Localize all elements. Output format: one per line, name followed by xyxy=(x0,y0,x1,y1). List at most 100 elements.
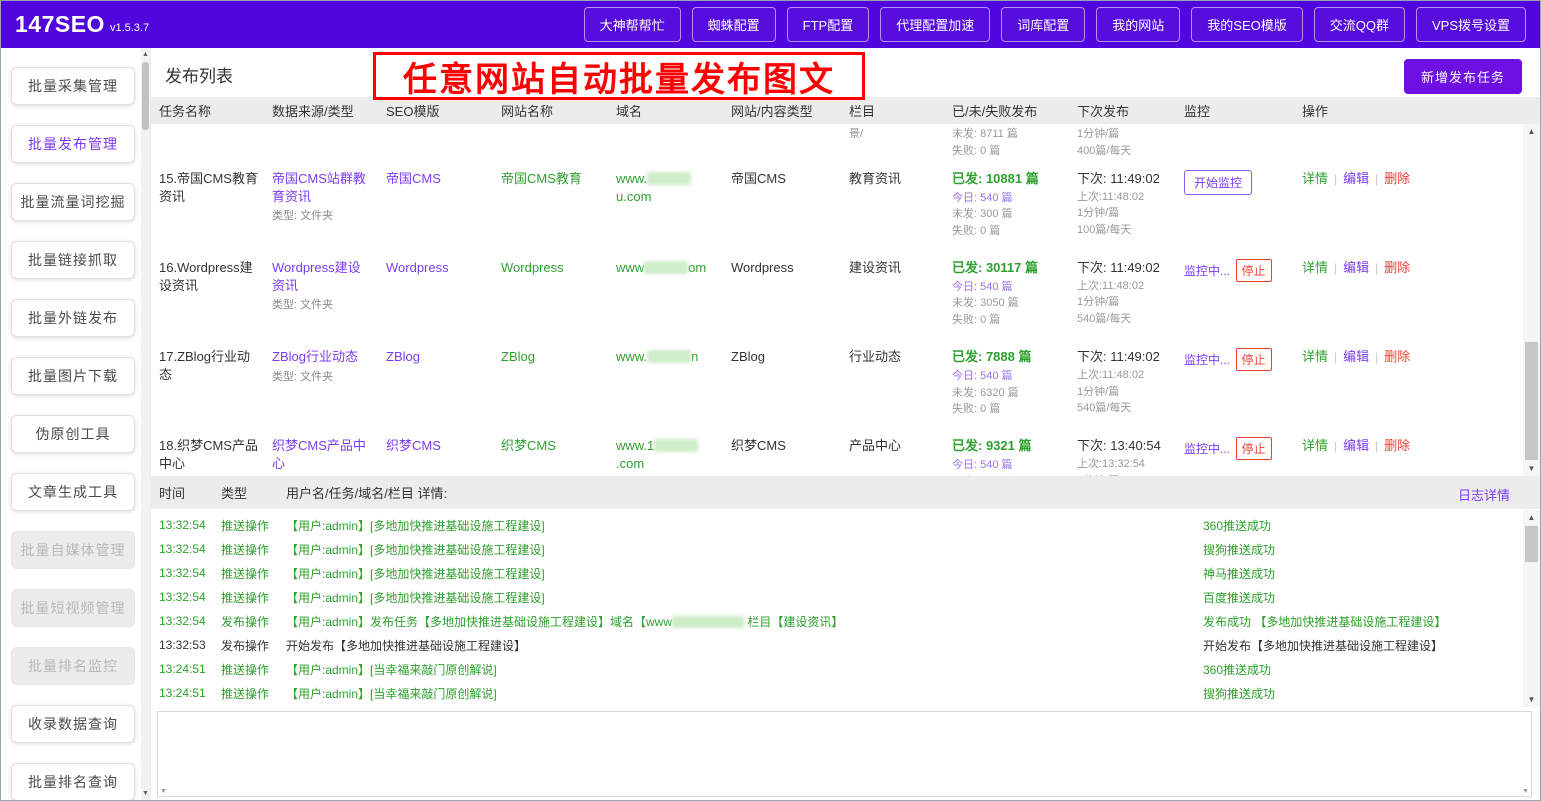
task-source-link[interactable]: Wordpress建设资讯 xyxy=(272,259,372,294)
unpublished-count: 未发: 6320 篇 xyxy=(952,386,1063,401)
log-time: 13:32:54 xyxy=(151,542,213,556)
sidebar-item[interactable]: 批量采集管理 xyxy=(11,67,135,105)
task-template-cell: ZBlog xyxy=(378,348,493,417)
task-monitor-cell: 开始监控 监控中... 停止 xyxy=(1176,348,1294,417)
log-result: 百度推送成功 xyxy=(1195,589,1524,606)
col-domain: 域名 xyxy=(608,101,723,120)
separator: | xyxy=(1375,172,1378,186)
task-column: 建设资讯 xyxy=(841,259,944,328)
task-template-link[interactable]: Wordpress xyxy=(386,259,449,277)
nav-item[interactable]: VPS拨号设置 xyxy=(1416,7,1526,42)
log-scrollbar[interactable]: ▲ ▼ xyxy=(1523,510,1540,707)
last-time: 上次:11:48:02 xyxy=(1077,368,1170,383)
sidebar-item[interactable]: 文章生成工具 xyxy=(11,473,135,511)
col-next-publish: 下次发布 xyxy=(1069,101,1176,120)
col-seo-template: SEO模版 xyxy=(378,101,493,120)
scroll-up-icon[interactable]: ▲ xyxy=(1523,513,1540,522)
add-publish-task-button[interactable]: 新增发布任务 xyxy=(1404,59,1522,94)
start-monitor-button[interactable]: 开始监控 xyxy=(1184,170,1252,195)
nav-item[interactable]: 蜘蛛配置 xyxy=(692,7,776,42)
tasks-scrollbar[interactable]: ▲ ▼ xyxy=(1523,124,1540,476)
edit-link[interactable]: 编辑 xyxy=(1343,349,1369,364)
monitor-running-status: 监控中... 停止 xyxy=(1184,352,1272,367)
delete-link[interactable]: 删除 xyxy=(1384,349,1410,364)
sidebar-item[interactable]: 批量链接抓取 xyxy=(11,241,135,279)
nav-item[interactable]: FTP配置 xyxy=(787,7,870,42)
today-count: 今日: 540 篇 xyxy=(952,191,1063,206)
col-data-source: 数据来源/类型 xyxy=(264,101,378,120)
scrollbar-thumb[interactable] xyxy=(142,62,149,130)
edit-link[interactable]: 编辑 xyxy=(1343,171,1369,186)
scroll-down-icon[interactable]: ▼ xyxy=(1523,464,1540,473)
edit-link[interactable]: 编辑 xyxy=(1343,438,1369,453)
task-actions-cell: 详情|编辑|删除 xyxy=(1294,170,1524,239)
task-template-link[interactable]: ZBlog xyxy=(386,348,420,366)
stop-monitor-button[interactable]: 停止 xyxy=(1236,259,1272,282)
last-time: 上次:11:48:02 xyxy=(1077,279,1170,294)
scroll-up-icon[interactable]: ▲ xyxy=(1523,127,1540,136)
sidebar-item[interactable]: 批量图片下载 xyxy=(11,357,135,395)
log-type: 发布操作 xyxy=(213,613,278,630)
sidebar-item[interactable]: 批量排名查询 xyxy=(11,763,135,800)
task-source-cell: 帝国CMS站群教育资讯 类型: 文件夹 xyxy=(264,170,378,239)
edit-link[interactable]: 编辑 xyxy=(1343,260,1369,275)
last-time: 上次:13:32:54 xyxy=(1077,457,1170,472)
daily-limit: 540篇/每天 xyxy=(1077,401,1170,416)
nav-item[interactable]: 我的SEO模版 xyxy=(1191,7,1302,42)
delete-link[interactable]: 删除 xyxy=(1384,438,1410,453)
log-row: 13:32:54 推送操作 【用户:admin】[多地加快推进基础设施工程建设]… xyxy=(151,513,1524,537)
log-detail-link[interactable]: 日志详情 xyxy=(1458,485,1510,504)
sidebar-item[interactable]: 伪原创工具 xyxy=(11,415,135,453)
sidebar-item[interactable]: 批量流量词挖掘 xyxy=(11,183,135,221)
scrollbar-thumb[interactable] xyxy=(1525,526,1538,562)
task-template-cell: 织梦CMS xyxy=(378,437,493,476)
scroll-down-icon[interactable]: ▼ xyxy=(141,789,150,798)
sidebar-scrollbar[interactable]: ▲ ▼ xyxy=(141,48,150,800)
sidebar-item[interactable]: 批量外链发布 xyxy=(11,299,135,337)
delete-link[interactable]: 删除 xyxy=(1384,260,1410,275)
log-col-detail: 用户名/任务/域名/栏目 详情: xyxy=(278,483,1195,502)
task-source-cell: Wordpress建设资讯 类型: 文件夹 xyxy=(264,259,378,328)
task-actions-cell: 详情|编辑|删除 xyxy=(1294,259,1524,328)
monitor-running-status: 监控中... 停止 xyxy=(1184,441,1272,456)
sidebar-item[interactable]: 批量发布管理 xyxy=(11,125,135,163)
log-header: 时间 类型 用户名/任务/域名/栏目 详情: 日志详情 xyxy=(151,476,1540,509)
scrollbar-thumb[interactable] xyxy=(1525,342,1538,460)
tasks-table-body: 景/ 未发: 8711 篇 失败: 0 篇 1分钟/篇 400篇/每天 15.帝… xyxy=(151,124,1524,476)
failed-count: 失败: 0 篇 xyxy=(952,313,1063,328)
task-source-link[interactable]: ZBlog行业动态 xyxy=(272,348,358,366)
detail-link[interactable]: 详情 xyxy=(1302,438,1328,453)
nav-item[interactable]: 代理配置加速 xyxy=(880,7,990,42)
scroll-down-icon[interactable]: ▼ xyxy=(1523,695,1540,704)
task-source-link[interactable]: 帝国CMS站群教育资讯 xyxy=(272,170,372,205)
task-template-link[interactable]: 织梦CMS xyxy=(386,437,441,455)
log-row: 13:32:54 发布操作 【用户:admin】发布任务【多地加快推进基础设施工… xyxy=(151,609,1524,633)
delete-link[interactable]: 删除 xyxy=(1384,171,1410,186)
nav-item[interactable]: 词库配置 xyxy=(1001,7,1085,42)
log-rows: 13:32:54 推送操作 【用户:admin】[多地加快推进基础设施工程建设]… xyxy=(151,513,1524,705)
sidebar-item[interactable]: 批量自媒体管理 xyxy=(11,531,135,569)
stop-monitor-button[interactable]: 停止 xyxy=(1236,348,1272,371)
stop-monitor-button[interactable]: 停止 xyxy=(1236,437,1272,460)
published-count: 已发: 9321 篇 xyxy=(952,437,1063,455)
nav-item[interactable]: 我的网站 xyxy=(1096,7,1180,42)
sidebar-item[interactable]: 批量排名监控 xyxy=(11,647,135,685)
daily-limit: 100篇/每天 xyxy=(1077,223,1170,238)
sidebar-item[interactable]: 收录数据查询 xyxy=(11,705,135,743)
failed-count: 失败: 0 篇 xyxy=(952,224,1063,239)
task-template-link[interactable]: 帝国CMS xyxy=(386,170,441,188)
log-detail: 【用户:admin】[多地加快推进基础设施工程建设] xyxy=(278,517,1195,534)
domain-blur-patch xyxy=(654,439,698,452)
detail-link[interactable]: 详情 xyxy=(1302,171,1328,186)
detail-link[interactable]: 详情 xyxy=(1302,349,1328,364)
nav-items: 大神帮帮忙 蜘蛛配置 FTP配置 代理配置加速 词库配置 我的网站 我的SEO模… xyxy=(584,7,1526,42)
log-body: 13:32:54 推送操作 【用户:admin】[多地加快推进基础设施工程建设]… xyxy=(151,509,1524,706)
detail-link[interactable]: 详情 xyxy=(1302,260,1328,275)
task-source-link[interactable]: 织梦CMS产品中心 xyxy=(272,437,372,472)
nav-item[interactable]: 大神帮帮忙 xyxy=(584,7,681,42)
task-publish-stats: 已发: 7888 篇 今日: 540 篇 未发: 6320 篇 失败: 0 篇 xyxy=(944,348,1069,417)
scroll-up-icon[interactable]: ▲ xyxy=(141,50,150,59)
next-time: 下次: 11:49:02 xyxy=(1077,170,1170,188)
sidebar-item[interactable]: 批量短视频管理 xyxy=(11,589,135,627)
nav-item[interactable]: 交流QQ群 xyxy=(1314,7,1405,42)
